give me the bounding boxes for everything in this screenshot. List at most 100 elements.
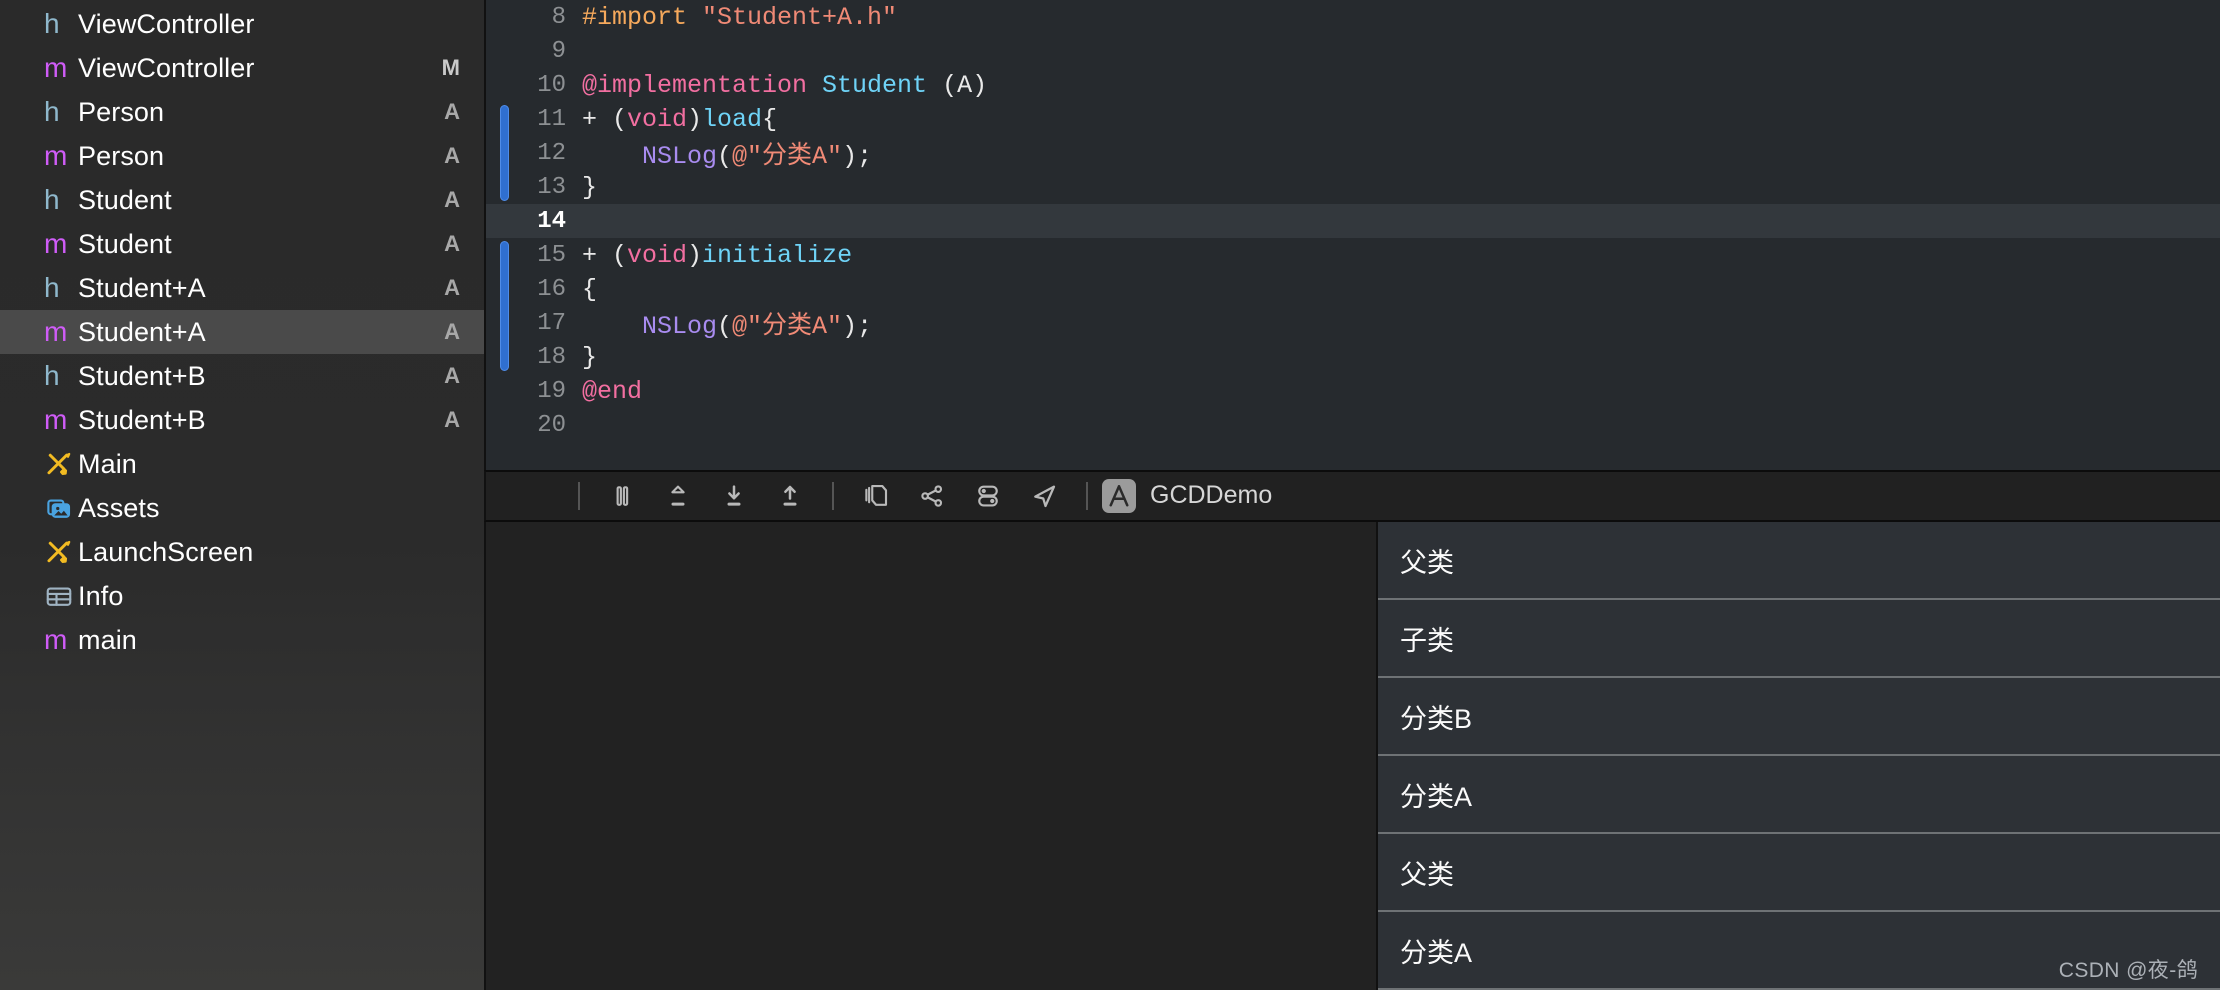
sidebar-item-label: Person xyxy=(78,96,165,127)
xcode-window: h ViewController m ViewController M h Person Am… xyxy=(0,0,2220,990)
code-line[interactable]: 12 NSLog(@"分类A"); xyxy=(486,136,2220,172)
sidebar-item-label: ViewController xyxy=(78,8,255,39)
sidebar-item-assets[interactable]: Assets xyxy=(0,486,484,530)
sidebar-item-student-plus-b[interactable]: m Student+B A xyxy=(0,398,484,442)
source-editor[interactable]: 8 #import "Student+A.h" 9 10 @implementation… xyxy=(484,0,2220,470)
step-over-button[interactable] xyxy=(650,474,706,518)
status-badge: A xyxy=(444,407,460,432)
project-navigator[interactable]: h ViewController m ViewController M h Person Am… xyxy=(0,0,484,990)
line-number: 10 xyxy=(537,71,566,99)
simulate-location-button[interactable] xyxy=(1016,474,1072,518)
m-file-icon: m xyxy=(44,404,68,435)
view-hierarchy-button[interactable] xyxy=(848,474,904,518)
code-line[interactable]: 13} xyxy=(486,170,2220,204)
sidebar-item-label: LaunchScreen xyxy=(78,536,254,567)
line-number: 8 xyxy=(551,3,566,31)
sidebar-item-viewcontroller[interactable]: h ViewController xyxy=(0,2,484,46)
console-line: 分类A xyxy=(1378,756,2220,834)
sidebar-item-student-plus-b[interactable]: h Student+B A xyxy=(0,354,484,398)
step-out-button[interactable] xyxy=(762,474,818,518)
stop-button[interactable] xyxy=(508,474,564,518)
sidebar-item-person[interactable]: m Person A xyxy=(0,134,484,178)
code-text: #import "Student+A.h" xyxy=(582,2,898,32)
sidebar-item-label: Student+A xyxy=(78,272,206,303)
sidebar-item-label: main xyxy=(78,624,137,655)
status-badge: A xyxy=(444,363,460,388)
code-line[interactable]: 19 @end xyxy=(486,374,2220,408)
code-line[interactable]: 15 + (void)initialize xyxy=(486,238,2220,272)
sidebar-item-main[interactable]: m main xyxy=(0,618,484,662)
code-line[interactable]: 18} xyxy=(486,340,2220,374)
code-text: @implementation Student (A) xyxy=(582,70,988,100)
m-file-icon: m xyxy=(44,228,68,259)
code-text: + (void)load{ xyxy=(582,104,778,134)
console-output[interactable]: 父类 子类 分类B 分类A 父类 分类A xyxy=(1378,522,2220,990)
line-number: 19 xyxy=(537,377,566,405)
main-area: 8 #import "Student+A.h" 9 10 @implementation… xyxy=(484,0,2220,990)
code-line[interactable]: 14 xyxy=(486,204,2220,238)
console-line: 父类 xyxy=(1378,834,2220,912)
sidebar-item-label: Student+B xyxy=(78,360,206,391)
editor-change-bar xyxy=(500,105,509,201)
status-badge: A xyxy=(444,143,460,168)
code-text: NSLog(@"分类A"); xyxy=(642,312,873,341)
code-text: + (void)initialize xyxy=(582,240,853,270)
step-into-icon xyxy=(719,481,749,511)
sidebar-item-label: Info xyxy=(78,580,124,611)
code-text: } xyxy=(582,172,598,202)
sidebar-item-label: Assets xyxy=(78,492,160,523)
separator-2 xyxy=(832,481,834,510)
variables-view[interactable] xyxy=(486,522,1378,990)
sidebar-item-student[interactable]: h Student A xyxy=(0,178,484,222)
sidebar-item-student-plus-a[interactable]: h Student+A A xyxy=(0,266,484,310)
location-icon xyxy=(1029,481,1059,511)
code-text: { xyxy=(582,274,598,304)
sidebar-item-student-plus-a[interactable]: m Student+A A xyxy=(0,310,484,354)
sidebar-item-label: Student xyxy=(78,228,172,259)
storyboard-icon xyxy=(44,449,78,479)
code-text: @end xyxy=(582,376,643,406)
plist-table-icon xyxy=(44,581,78,611)
sidebar-item-main[interactable]: Main xyxy=(0,442,484,486)
environment-overrides-button[interactable] xyxy=(960,474,1016,518)
code-line[interactable]: 20 xyxy=(486,408,2220,442)
code-line[interactable]: 11 + (void)load{ xyxy=(486,102,2220,136)
scheme-label[interactable]: GCDDemo xyxy=(1150,481,1272,510)
separator-3 xyxy=(1086,481,1088,510)
pause-button[interactable] xyxy=(594,474,650,518)
code-line[interactable]: 17 NSLog(@"分类A"); xyxy=(486,306,2220,342)
code-line[interactable]: 8 #import "Student+A.h" xyxy=(486,0,2220,34)
h-file-icon: h xyxy=(44,360,60,391)
storyboard-icon xyxy=(44,537,78,567)
sidebar-item-person[interactable]: h Person A xyxy=(0,90,484,134)
memory-graph-button[interactable] xyxy=(904,474,960,518)
m-file-icon: m xyxy=(44,624,68,655)
code-line[interactable]: 16{ xyxy=(486,272,2220,306)
debug-toolbar[interactable]: GCDDemo xyxy=(484,469,2220,522)
sidebar-item-label: Main xyxy=(78,448,137,479)
step-into-button[interactable] xyxy=(706,474,762,518)
layers-icon xyxy=(861,481,891,511)
console-line: 父类 xyxy=(1378,522,2220,600)
debug-area: 父类 子类 分类B 分类A 父类 分类A xyxy=(484,522,2220,990)
sidebar-item-student[interactable]: m Student A xyxy=(0,222,484,266)
code-text: } xyxy=(582,342,598,372)
h-file-icon: h xyxy=(44,8,60,39)
graph-icon xyxy=(917,481,947,511)
sidebar-item-label: Person xyxy=(78,140,165,171)
sidebar-item-launchscreen[interactable]: LaunchScreen xyxy=(0,530,484,574)
status-badge: A xyxy=(444,99,460,124)
separator-1 xyxy=(578,481,580,510)
sidebar-item-info[interactable]: Info xyxy=(0,574,484,618)
status-badge: M xyxy=(441,55,460,80)
m-file-icon: m xyxy=(44,52,68,83)
sidebar-item-label: Student+A xyxy=(78,316,206,347)
line-number: 14 xyxy=(537,207,566,235)
code-line[interactable]: 10 @implementation Student (A) xyxy=(486,68,2220,102)
line-number: 20 xyxy=(537,411,566,439)
sidebar-item-viewcontroller[interactable]: m ViewController M xyxy=(0,46,484,90)
pause-icon xyxy=(607,481,637,511)
step-out-icon xyxy=(775,481,805,511)
code-line[interactable]: 9 xyxy=(486,34,2220,68)
sidebar-item-label: Student+B xyxy=(78,404,206,435)
